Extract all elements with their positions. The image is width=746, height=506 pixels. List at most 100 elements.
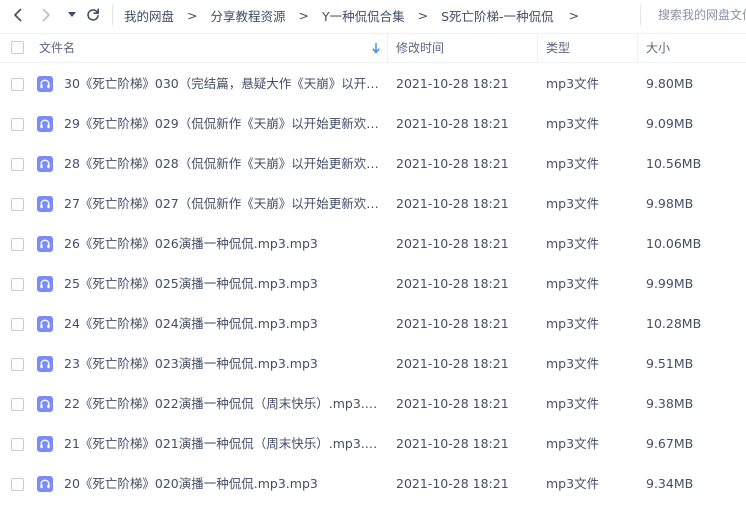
audio-file-icon xyxy=(37,276,53,292)
file-type: mp3文件 xyxy=(546,316,600,331)
caret-down-icon[interactable] xyxy=(64,3,80,27)
breadcrumb-separator: > xyxy=(298,7,309,23)
file-row[interactable]: 22《死亡阶梯》022演播一种侃侃（周末快乐）.mp3.mp3 2021-10-… xyxy=(0,384,746,424)
chevron-right-icon[interactable] xyxy=(36,3,56,27)
file-size: 9.98MB xyxy=(646,196,694,211)
file-type: mp3文件 xyxy=(546,476,600,491)
file-size: 9.80MB xyxy=(646,76,694,91)
audio-file-icon xyxy=(37,316,53,332)
file-row[interactable]: 27《死亡阶梯》027（侃侃新作《天崩》以开始更新欢迎收听）.mp3 2021-… xyxy=(0,184,746,224)
chevron-left-icon[interactable] xyxy=(8,3,28,27)
file-row[interactable]: 20《死亡阶梯》020演播一种侃侃.mp3.mp3 2021-10-28 18:… xyxy=(0,464,746,504)
file-name: 26《死亡阶梯》026演播一种侃侃.mp3.mp3 xyxy=(64,236,318,251)
audio-file-icon xyxy=(37,476,53,492)
column-name[interactable]: 文件名 xyxy=(39,34,385,62)
file-type: mp3文件 xyxy=(546,356,600,371)
toolbar-divider xyxy=(112,4,113,26)
file-modified: 2021-10-28 18:21 xyxy=(396,276,509,291)
file-size: 9.38MB xyxy=(646,396,694,411)
audio-file-icon xyxy=(37,236,53,252)
column-modified[interactable]: 修改时间 xyxy=(396,34,444,62)
row-checkbox[interactable] xyxy=(11,438,24,451)
breadcrumb-separator: > xyxy=(568,7,580,23)
file-row[interactable]: 25《死亡阶梯》025演播一种侃侃.mp3.mp3 2021-10-28 18:… xyxy=(0,264,746,304)
breadcrumb: 我的网盘 > 分享教程资源 > Y一种侃侃合集 > S死亡阶梯-一种侃侃 > xyxy=(124,0,592,30)
file-modified: 2021-10-28 18:21 xyxy=(396,396,509,411)
file-name: 28《死亡阶梯》028（侃侃新作《天崩》以开始更新欢迎收听）.mp3 xyxy=(64,156,380,171)
search-input[interactable] xyxy=(658,8,746,22)
row-checkbox[interactable] xyxy=(11,118,24,131)
file-row[interactable]: 30《死亡阶梯》030（完结篇，悬疑大作《天崩》以开始更新欢迎收听）.mp3 2… xyxy=(0,64,746,104)
audio-file-icon xyxy=(37,356,53,372)
select-all-checkbox[interactable] xyxy=(11,41,24,54)
row-checkbox[interactable] xyxy=(11,238,24,251)
audio-file-icon xyxy=(37,436,53,452)
file-modified: 2021-10-28 18:21 xyxy=(396,316,509,331)
row-checkbox[interactable] xyxy=(11,198,24,211)
file-name: 24《死亡阶梯》024演播一种侃侃.mp3.mp3 xyxy=(64,316,318,331)
row-checkbox[interactable] xyxy=(11,78,24,91)
file-modified: 2021-10-28 18:21 xyxy=(396,476,509,491)
file-size: 9.51MB xyxy=(646,356,694,371)
file-modified: 2021-10-28 18:21 xyxy=(396,356,509,371)
file-name: 29《死亡阶梯》029（侃侃新作《天崩》以开始更新欢迎收听）.mp3 xyxy=(64,116,380,131)
breadcrumb-item-collection[interactable]: Y一种侃侃合集 xyxy=(322,6,405,25)
file-modified: 2021-10-28 18:21 xyxy=(396,76,509,91)
file-name: 22《死亡阶梯》022演播一种侃侃（周末快乐）.mp3.mp3 xyxy=(64,396,380,411)
file-size: 9.34MB xyxy=(646,476,694,491)
file-name: 23《死亡阶梯》023演播一种侃侃.mp3.mp3 xyxy=(64,356,318,371)
file-type: mp3文件 xyxy=(546,156,600,171)
row-checkbox[interactable] xyxy=(11,398,24,411)
sort-arrow-down-icon[interactable] xyxy=(371,42,381,57)
row-checkbox[interactable] xyxy=(11,478,24,491)
file-modified: 2021-10-28 18:21 xyxy=(396,156,509,171)
row-checkbox[interactable] xyxy=(11,358,24,371)
file-row[interactable]: 23《死亡阶梯》023演播一种侃侃.mp3.mp3 2021-10-28 18:… xyxy=(0,344,746,384)
file-row[interactable]: 29《死亡阶梯》029（侃侃新作《天崩》以开始更新欢迎收听）.mp3 2021-… xyxy=(0,104,746,144)
column-divider[interactable] xyxy=(387,34,388,62)
file-row[interactable]: 21《死亡阶梯》021演播一种侃侃（周末快乐）.mp3.mp3 2021-10-… xyxy=(0,424,746,464)
file-modified: 2021-10-28 18:21 xyxy=(396,196,509,211)
breadcrumb-separator: > xyxy=(417,7,429,23)
row-checkbox[interactable] xyxy=(11,158,24,171)
column-divider[interactable] xyxy=(537,34,538,62)
row-checkbox[interactable] xyxy=(11,278,24,291)
file-type: mp3文件 xyxy=(546,76,600,91)
audio-file-icon xyxy=(37,116,53,132)
file-type: mp3文件 xyxy=(546,436,600,451)
row-checkbox[interactable] xyxy=(11,318,24,331)
file-row[interactable]: 28《死亡阶梯》028（侃侃新作《天崩》以开始更新欢迎收听）.mp3 2021-… xyxy=(0,144,746,184)
column-header: 文件名 修改时间 类型 大小 xyxy=(0,33,746,63)
refresh-icon[interactable] xyxy=(83,3,103,27)
file-modified: 2021-10-28 18:21 xyxy=(396,116,509,131)
file-size: 9.67MB xyxy=(646,436,694,451)
file-size: 10.28MB xyxy=(646,316,702,331)
file-type: mp3文件 xyxy=(546,276,600,291)
file-type: mp3文件 xyxy=(546,396,600,411)
file-modified: 2021-10-28 18:21 xyxy=(396,236,509,251)
file-row[interactable]: 24《死亡阶梯》024演播一种侃侃.mp3.mp3 2021-10-28 18:… xyxy=(0,304,746,344)
audio-file-icon xyxy=(37,396,53,412)
column-divider[interactable] xyxy=(637,34,638,62)
top-nav-bar: 我的网盘 > 分享教程资源 > Y一种侃侃合集 > S死亡阶梯-一种侃侃 > xyxy=(0,0,746,30)
breadcrumb-separator: > xyxy=(187,7,198,23)
file-size: 10.06MB xyxy=(646,236,702,251)
breadcrumb-item-current[interactable]: S死亡阶梯-一种侃侃 xyxy=(441,6,553,25)
file-name: 27《死亡阶梯》027（侃侃新作《天崩》以开始更新欢迎收听）.mp3 xyxy=(64,196,380,211)
audio-file-icon xyxy=(37,196,53,212)
column-size[interactable]: 大小 xyxy=(646,34,670,62)
file-modified: 2021-10-28 18:21 xyxy=(396,436,509,451)
file-type: mp3文件 xyxy=(546,236,600,251)
file-size: 10.56MB xyxy=(646,156,702,171)
breadcrumb-item-share[interactable]: 分享教程资源 xyxy=(211,6,286,25)
search-box xyxy=(640,4,746,26)
file-name: 30《死亡阶梯》030（完结篇，悬疑大作《天崩》以开始更新欢迎收听）.mp3 xyxy=(64,76,380,91)
file-name: 20《死亡阶梯》020演播一种侃侃.mp3.mp3 xyxy=(64,476,318,491)
column-type[interactable]: 类型 xyxy=(546,34,570,62)
file-type: mp3文件 xyxy=(546,116,600,131)
audio-file-icon xyxy=(37,76,53,92)
breadcrumb-item-home[interactable]: 我的网盘 xyxy=(124,6,174,25)
file-row[interactable]: 26《死亡阶梯》026演播一种侃侃.mp3.mp3 2021-10-28 18:… xyxy=(0,224,746,264)
file-size: 9.99MB xyxy=(646,276,694,291)
file-name: 25《死亡阶梯》025演播一种侃侃.mp3.mp3 xyxy=(64,276,318,291)
